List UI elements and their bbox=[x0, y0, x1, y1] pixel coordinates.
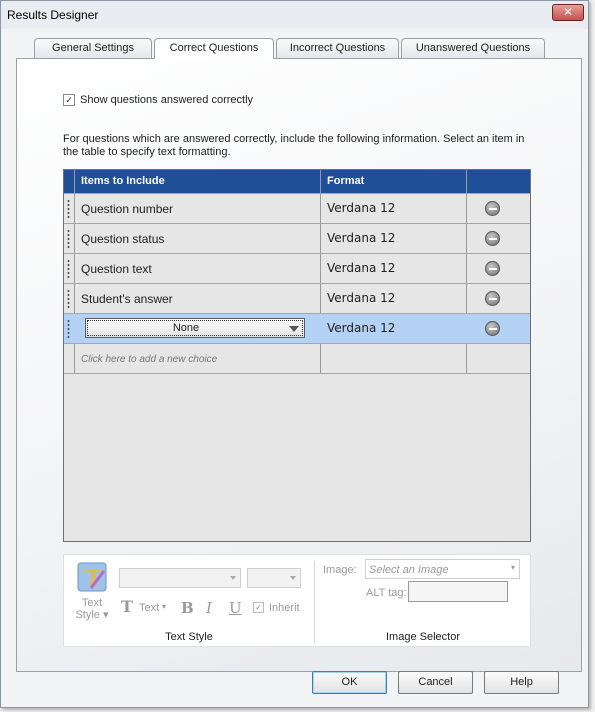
row-format[interactable]: Verdana 12 bbox=[327, 321, 395, 335]
inherit-checkbox[interactable]: ✓ bbox=[253, 602, 264, 613]
remove-icon[interactable] bbox=[485, 231, 500, 246]
remove-icon[interactable] bbox=[485, 261, 500, 276]
header-format: Format bbox=[327, 175, 365, 187]
image-label: Image: bbox=[323, 564, 357, 576]
table-row[interactable]: Student's answer Verdana 12 bbox=[64, 283, 530, 313]
table-row[interactable]: Question number Verdana 12 bbox=[64, 193, 530, 223]
item-dropdown-value: None bbox=[172, 322, 200, 334]
show-correct-label: Show questions answered correctly bbox=[80, 94, 254, 106]
show-correct-checkbox[interactable]: ✓ bbox=[63, 94, 75, 106]
table-row[interactable]: Question text Verdana 12 bbox=[64, 253, 530, 283]
group-image-selector: Image Selector bbox=[386, 631, 460, 643]
group-text-style: Text Style bbox=[165, 631, 213, 643]
drag-handle-icon[interactable] bbox=[67, 229, 70, 249]
text-color-label[interactable]: Text bbox=[139, 602, 159, 614]
chevron-down-icon: ▾ bbox=[510, 563, 515, 572]
alt-tag-label: ALT tag: bbox=[366, 587, 407, 599]
header-items: Items to Include bbox=[81, 175, 165, 187]
close-icon: ✕ bbox=[562, 5, 574, 19]
row-format[interactable]: Verdana 12 bbox=[327, 291, 395, 305]
tab-correct-questions[interactable]: Correct Questions bbox=[154, 38, 274, 59]
text-style-label[interactable]: Text Style ▾ bbox=[72, 597, 112, 621]
items-grid: Items to Include Format Question number … bbox=[63, 169, 531, 542]
inherit-label: Inherit bbox=[269, 602, 300, 614]
row-format[interactable]: Verdana 12 bbox=[327, 201, 395, 215]
remove-icon[interactable] bbox=[485, 291, 500, 306]
cancel-button[interactable]: Cancel bbox=[398, 671, 473, 694]
drag-handle-icon[interactable] bbox=[67, 289, 70, 309]
font-family-select[interactable] bbox=[119, 568, 241, 588]
ok-button[interactable]: OK bbox=[312, 671, 387, 694]
row-format[interactable]: Verdana 12 bbox=[327, 261, 395, 275]
window-title: Results Designer bbox=[7, 8, 99, 22]
italic-button[interactable]: I bbox=[206, 599, 212, 617]
row-format[interactable]: Verdana 12 bbox=[327, 231, 395, 245]
remove-icon[interactable] bbox=[485, 321, 500, 336]
close-button[interactable]: ✕ bbox=[552, 4, 584, 21]
text-color-icon[interactable]: T bbox=[121, 597, 133, 616]
drag-handle-icon[interactable] bbox=[67, 259, 70, 279]
row-item: Question status bbox=[81, 232, 165, 246]
alt-tag-input[interactable] bbox=[408, 581, 508, 602]
image-select[interactable]: Select an Image ▾ bbox=[365, 559, 520, 579]
drag-handle-icon[interactable] bbox=[67, 319, 70, 339]
add-choice-text[interactable]: Click here to add a new choice bbox=[81, 354, 217, 365]
format-toolbar: T Text Style ▾ T Text ▾ B I U ✓ Inherit … bbox=[63, 554, 531, 647]
results-designer-dialog: Results Designer ✕ General Settings Corr… bbox=[0, 0, 589, 708]
text-style-icon[interactable]: T bbox=[77, 562, 107, 592]
row-item: Student's answer bbox=[81, 292, 173, 306]
grid-header: Items to Include Format bbox=[64, 170, 530, 193]
help-button[interactable]: Help bbox=[484, 671, 559, 694]
drag-handle-icon[interactable] bbox=[67, 199, 70, 219]
title-bar: Results Designer ✕ bbox=[1, 1, 588, 29]
item-dropdown[interactable]: None bbox=[85, 318, 305, 338]
remove-icon[interactable] bbox=[485, 201, 500, 216]
font-size-select[interactable] bbox=[247, 568, 301, 588]
description-text: For questions which are answered correct… bbox=[63, 133, 525, 158]
table-row-selected[interactable]: None Verdana 12 bbox=[64, 313, 530, 343]
table-row[interactable]: Question status Verdana 12 bbox=[64, 223, 530, 253]
add-choice-row[interactable]: Click here to add a new choice bbox=[64, 343, 530, 373]
row-item: Question number bbox=[81, 202, 174, 216]
chevron-down-icon bbox=[289, 326, 299, 332]
tab-general-settings[interactable]: General Settings bbox=[34, 38, 152, 58]
bold-button[interactable]: B bbox=[181, 599, 194, 617]
underline-button[interactable]: U bbox=[229, 599, 242, 617]
show-correct-row[interactable]: ✓ Show questions answered correctly bbox=[63, 94, 253, 106]
tab-unanswered-questions[interactable]: Unanswered Questions bbox=[401, 38, 545, 58]
row-item: Question text bbox=[81, 262, 152, 276]
tab-incorrect-questions[interactable]: Incorrect Questions bbox=[276, 38, 399, 58]
